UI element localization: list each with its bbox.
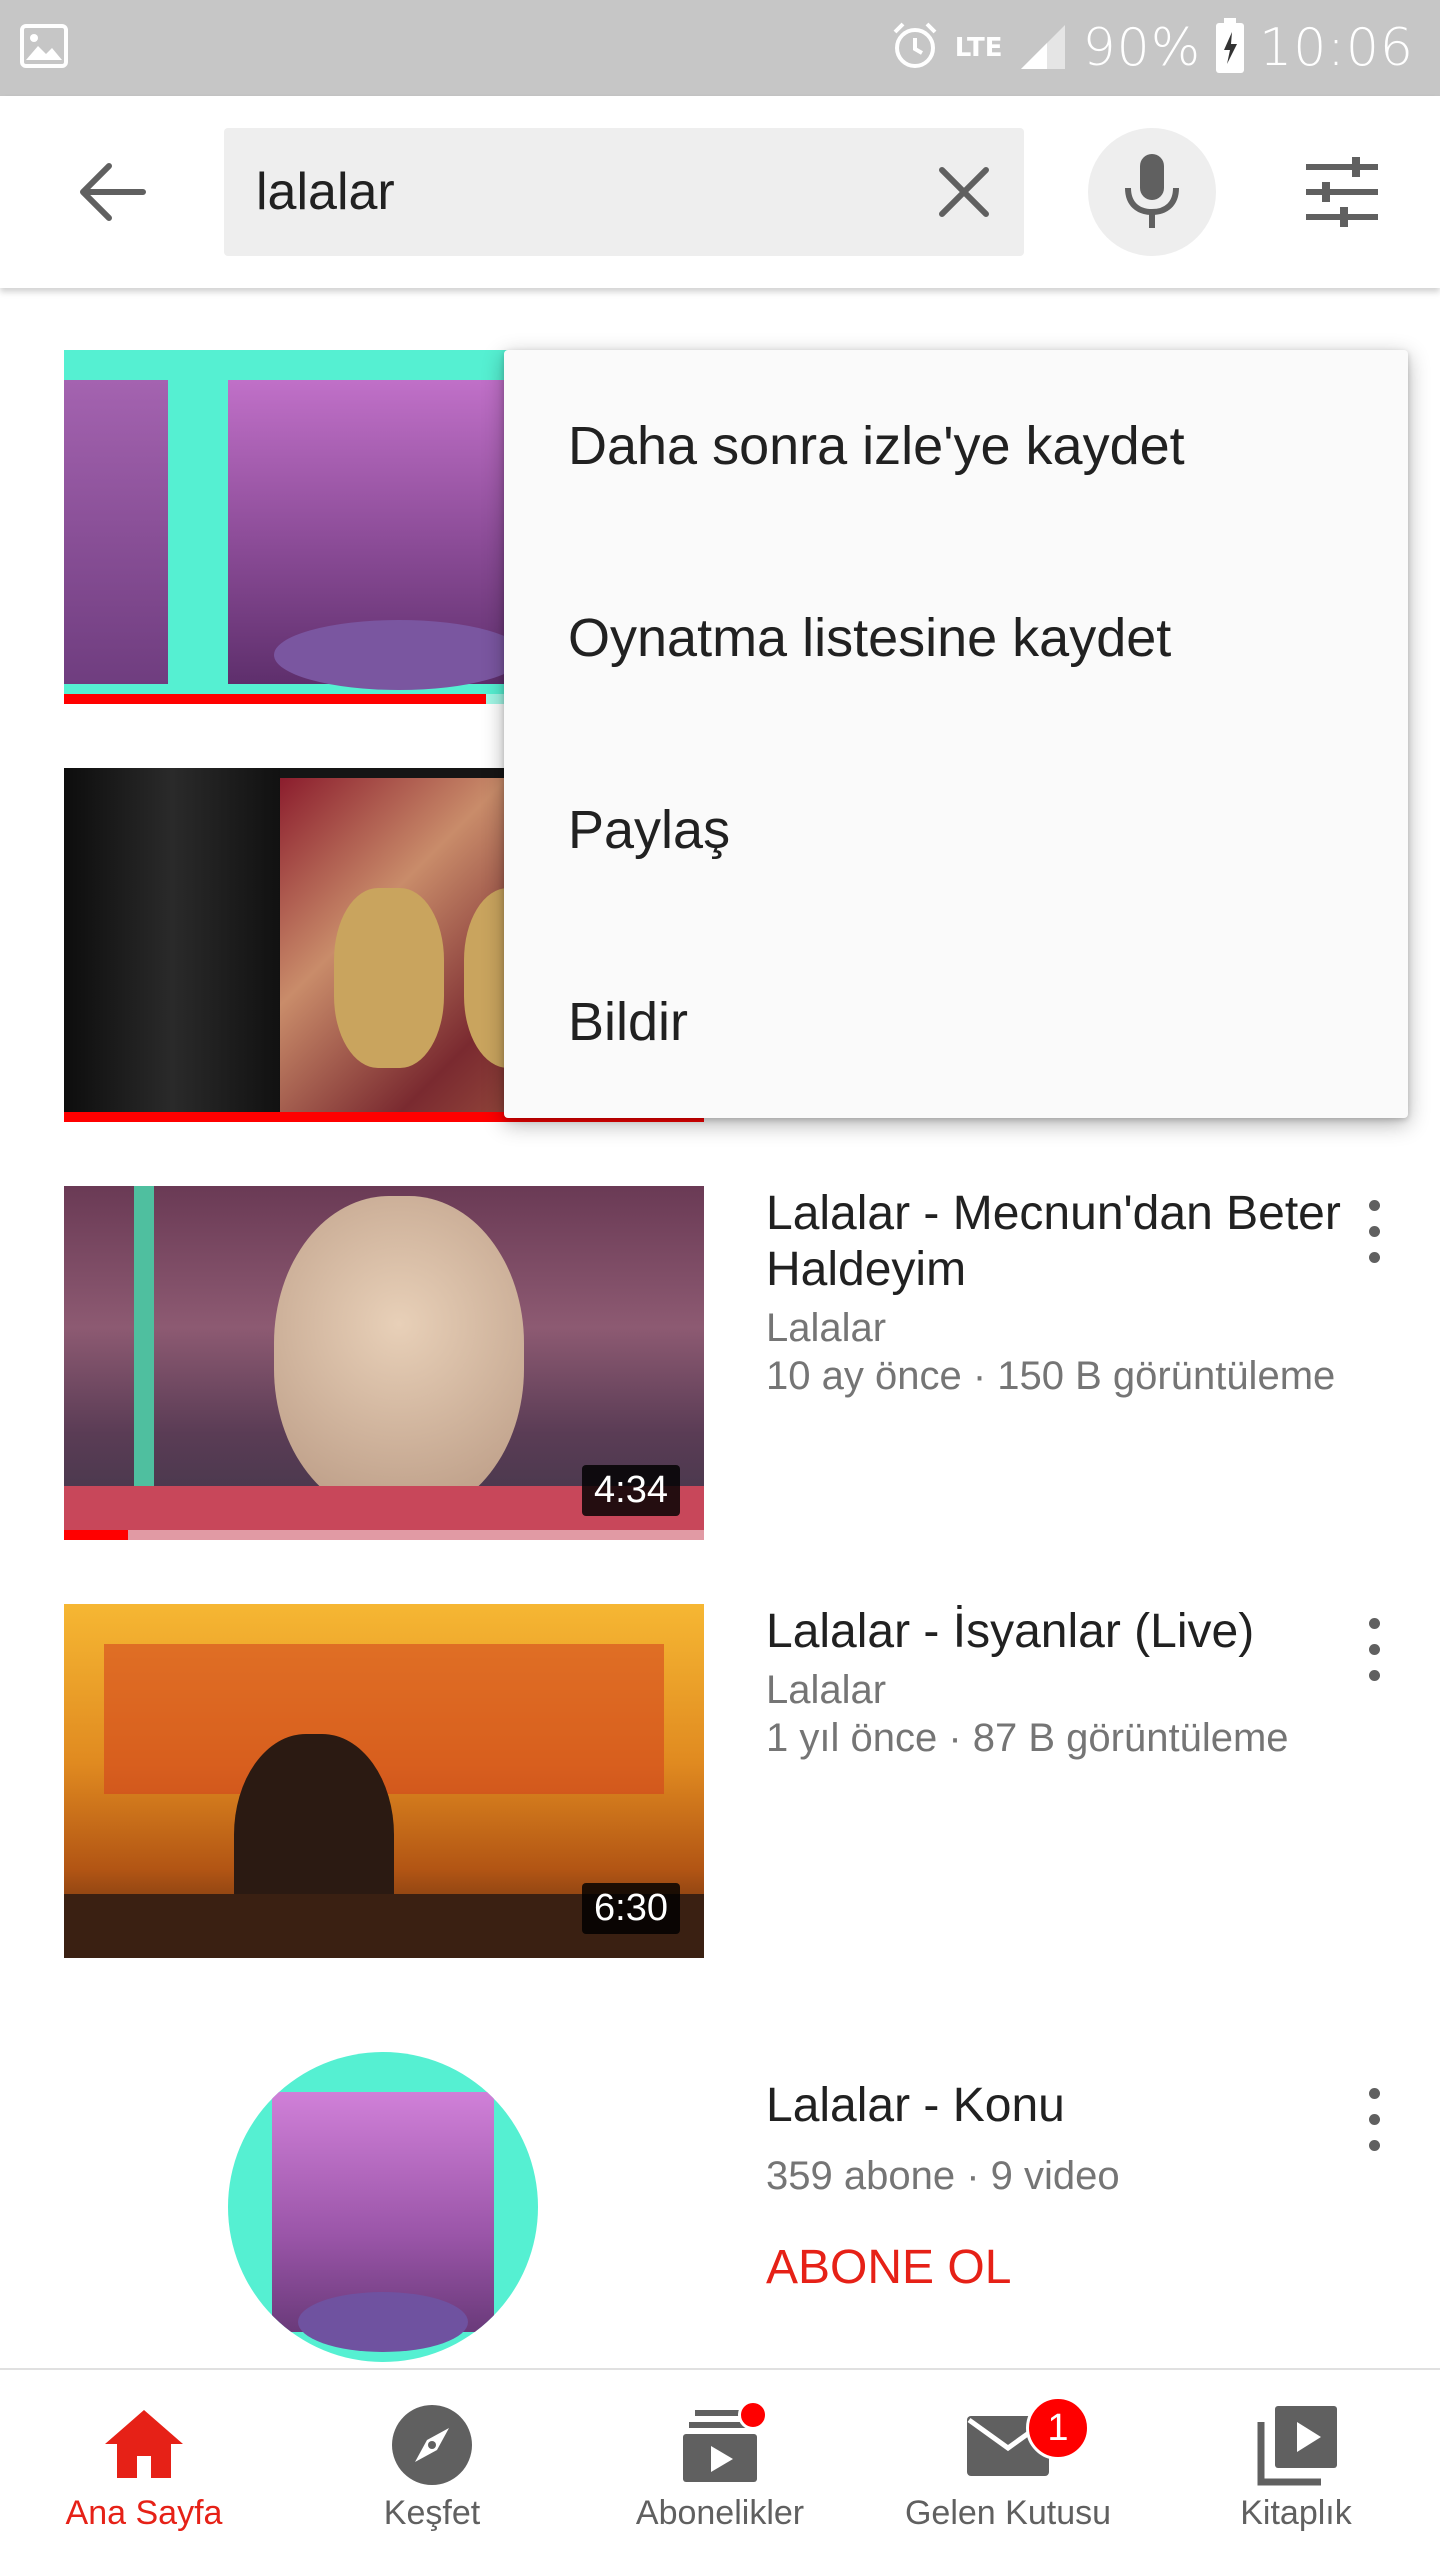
nav-label: Abonelikler [635, 2494, 805, 2532]
more-vert-icon [1368, 2088, 1380, 2099]
nav-item-explore[interactable]: Keşfet [288, 2370, 576, 2560]
video-result[interactable]: 6:30 Lalalar - İsyanlar (Live) Lalalar 1… [0, 1604, 1440, 1964]
nav-label: Keşfet [383, 2494, 481, 2532]
nav-label: Kitaplık [1240, 2494, 1352, 2532]
clock: 10:06 [1259, 18, 1414, 78]
channel-result[interactable]: Lalalar - Konu 359 abone · 9 video ABONE… [0, 2052, 1440, 2362]
nav-item-library[interactable]: Kitaplık [1152, 2370, 1440, 2560]
video-meta: Lalalar - İsyanlar (Live) Lalalar 1 yıl … [766, 1604, 1346, 1762]
more-options-button[interactable] [1362, 2088, 1386, 2158]
menu-item-share[interactable]: Paylaş [504, 734, 1408, 926]
menu-item-save-to-playlist[interactable]: Oynatma listesine kaydet [504, 542, 1408, 734]
search-input[interactable]: lalalar [224, 128, 1024, 256]
nav-item-inbox[interactable]: 1 Gelen Kutusu [864, 2370, 1152, 2560]
channel-avatar[interactable] [228, 2052, 538, 2362]
channel-meta: Lalalar - Konu 359 abone · 9 video ABONE… [766, 2078, 1346, 2295]
video-thumbnail[interactable]: 4:34 [64, 1186, 704, 1540]
video-title: Lalalar - Mecnun'dan Beter Haldeyim [766, 1187, 1341, 1296]
new-content-badge [738, 2400, 768, 2430]
clear-search-button[interactable] [932, 160, 996, 224]
video-stats: 10 ay önce · 150 B görüntüleme [766, 1354, 1336, 1398]
channel-title: Lalalar - Konu [766, 2079, 1065, 2132]
compass-icon [392, 2405, 472, 2485]
network-type: LTE [954, 33, 1003, 63]
home-icon [105, 2410, 183, 2478]
nav-label: Ana Sayfa [65, 2494, 223, 2532]
back-button[interactable] [62, 152, 162, 232]
alarm-icon [889, 20, 941, 76]
app-screen: LTE 90% 10:06 lalalar Daha sonra izle'ye… [0, 0, 1440, 2560]
search-query-text: lalalar [256, 163, 395, 221]
unread-count-badge: 1 [1026, 2396, 1090, 2460]
video-title: Lalalar - İsyanlar (Live) [766, 1605, 1255, 1658]
gallery-notification-icon [20, 24, 68, 68]
watch-progress-bar [64, 694, 487, 704]
signal-icon [1017, 21, 1069, 75]
search-filter-button[interactable] [1300, 152, 1384, 232]
close-icon [939, 167, 989, 217]
arrow-back-icon [80, 163, 146, 221]
watch-progress-bar [64, 1530, 128, 1540]
more-options-button[interactable] [1362, 1618, 1386, 1688]
voice-search-button[interactable] [1088, 128, 1216, 256]
subscribe-button[interactable]: ABONE OL [766, 2240, 1346, 2295]
battery-percent: 90% [1082, 18, 1202, 78]
video-duration: 6:30 [582, 1883, 680, 1934]
nav-label: Gelen Kutusu [904, 2494, 1112, 2532]
channel-stats: 359 abone · 9 video [766, 2154, 1120, 2198]
more-vert-icon [1368, 1618, 1380, 1629]
more-options-button[interactable] [1362, 1200, 1386, 1270]
nav-item-home[interactable]: Ana Sayfa [0, 2370, 288, 2560]
menu-item-report[interactable]: Bildir [504, 926, 1408, 1118]
video-options-menu: Daha sonra izle'ye kaydet Oynatma listes… [504, 350, 1408, 1118]
microphone-icon [1125, 154, 1179, 228]
channel-name: Lalalar [766, 1668, 887, 1712]
menu-item-watch-later[interactable]: Daha sonra izle'ye kaydet [504, 350, 1408, 542]
video-result[interactable]: 4:34 Lalalar - Mecnun'dan Beter Haldeyim… [0, 1186, 1440, 1546]
channel-name: Lalalar [766, 1306, 887, 1350]
video-duration: 4:34 [582, 1465, 680, 1516]
bottom-navigation: Ana Sayfa Keşfet Abonelikler 1 Gelen Kut… [0, 2368, 1440, 2560]
search-app-bar: lalalar [0, 96, 1440, 288]
video-stats: 1 yıl önce · 87 B görüntüleme [766, 1716, 1289, 1760]
video-meta: Lalalar - Mecnun'dan Beter Haldeyim Lala… [766, 1186, 1346, 1400]
battery-charging-icon [1215, 18, 1245, 78]
tune-icon [1306, 157, 1378, 227]
nav-item-subscriptions[interactable]: Abonelikler [576, 2370, 864, 2560]
video-thumbnail[interactable]: 6:30 [64, 1604, 704, 1958]
more-vert-icon [1368, 1200, 1380, 1211]
status-bar: LTE 90% 10:06 [0, 0, 1440, 96]
library-icon [1257, 2406, 1337, 2486]
